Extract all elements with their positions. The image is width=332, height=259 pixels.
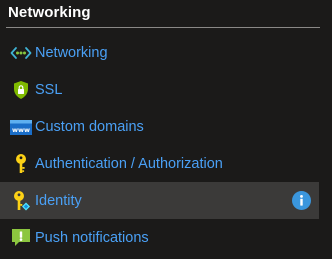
nav-item-networking[interactable]: Networking: [0, 34, 319, 71]
notification-icon: [9, 226, 33, 250]
svg-text:www: www: [12, 126, 30, 134]
nav-list: Networking SSL www Custom domains Authen…: [0, 34, 332, 256]
identity-key-icon: [9, 189, 33, 213]
nav-item-push-notifications[interactable]: Push notifications: [0, 219, 319, 256]
nav-item-label: Identity: [35, 192, 82, 209]
section-divider: [6, 27, 320, 28]
nav-item-ssl[interactable]: SSL: [0, 71, 319, 108]
www-icon: www: [9, 115, 33, 139]
nav-item-identity[interactable]: Identity: [0, 182, 319, 219]
key-icon: [9, 152, 33, 176]
ssl-shield-icon: [9, 78, 33, 102]
networking-icon: [9, 41, 33, 65]
networking-panel: Networking Networking SSL www Custom dom…: [0, 0, 332, 259]
nav-item-label: Custom domains: [35, 118, 144, 135]
info-icon[interactable]: [292, 191, 311, 210]
nav-item-label: Networking: [35, 44, 108, 61]
section-header: Networking: [0, 0, 332, 28]
nav-item-label: Authentication / Authorization: [35, 155, 223, 172]
nav-item-label: SSL: [35, 81, 63, 98]
nav-item-authentication[interactable]: Authentication / Authorization: [0, 145, 319, 182]
section-title: Networking: [8, 4, 91, 21]
nav-item-label: Push notifications: [35, 229, 149, 246]
nav-item-custom-domains[interactable]: www Custom domains: [0, 108, 319, 145]
